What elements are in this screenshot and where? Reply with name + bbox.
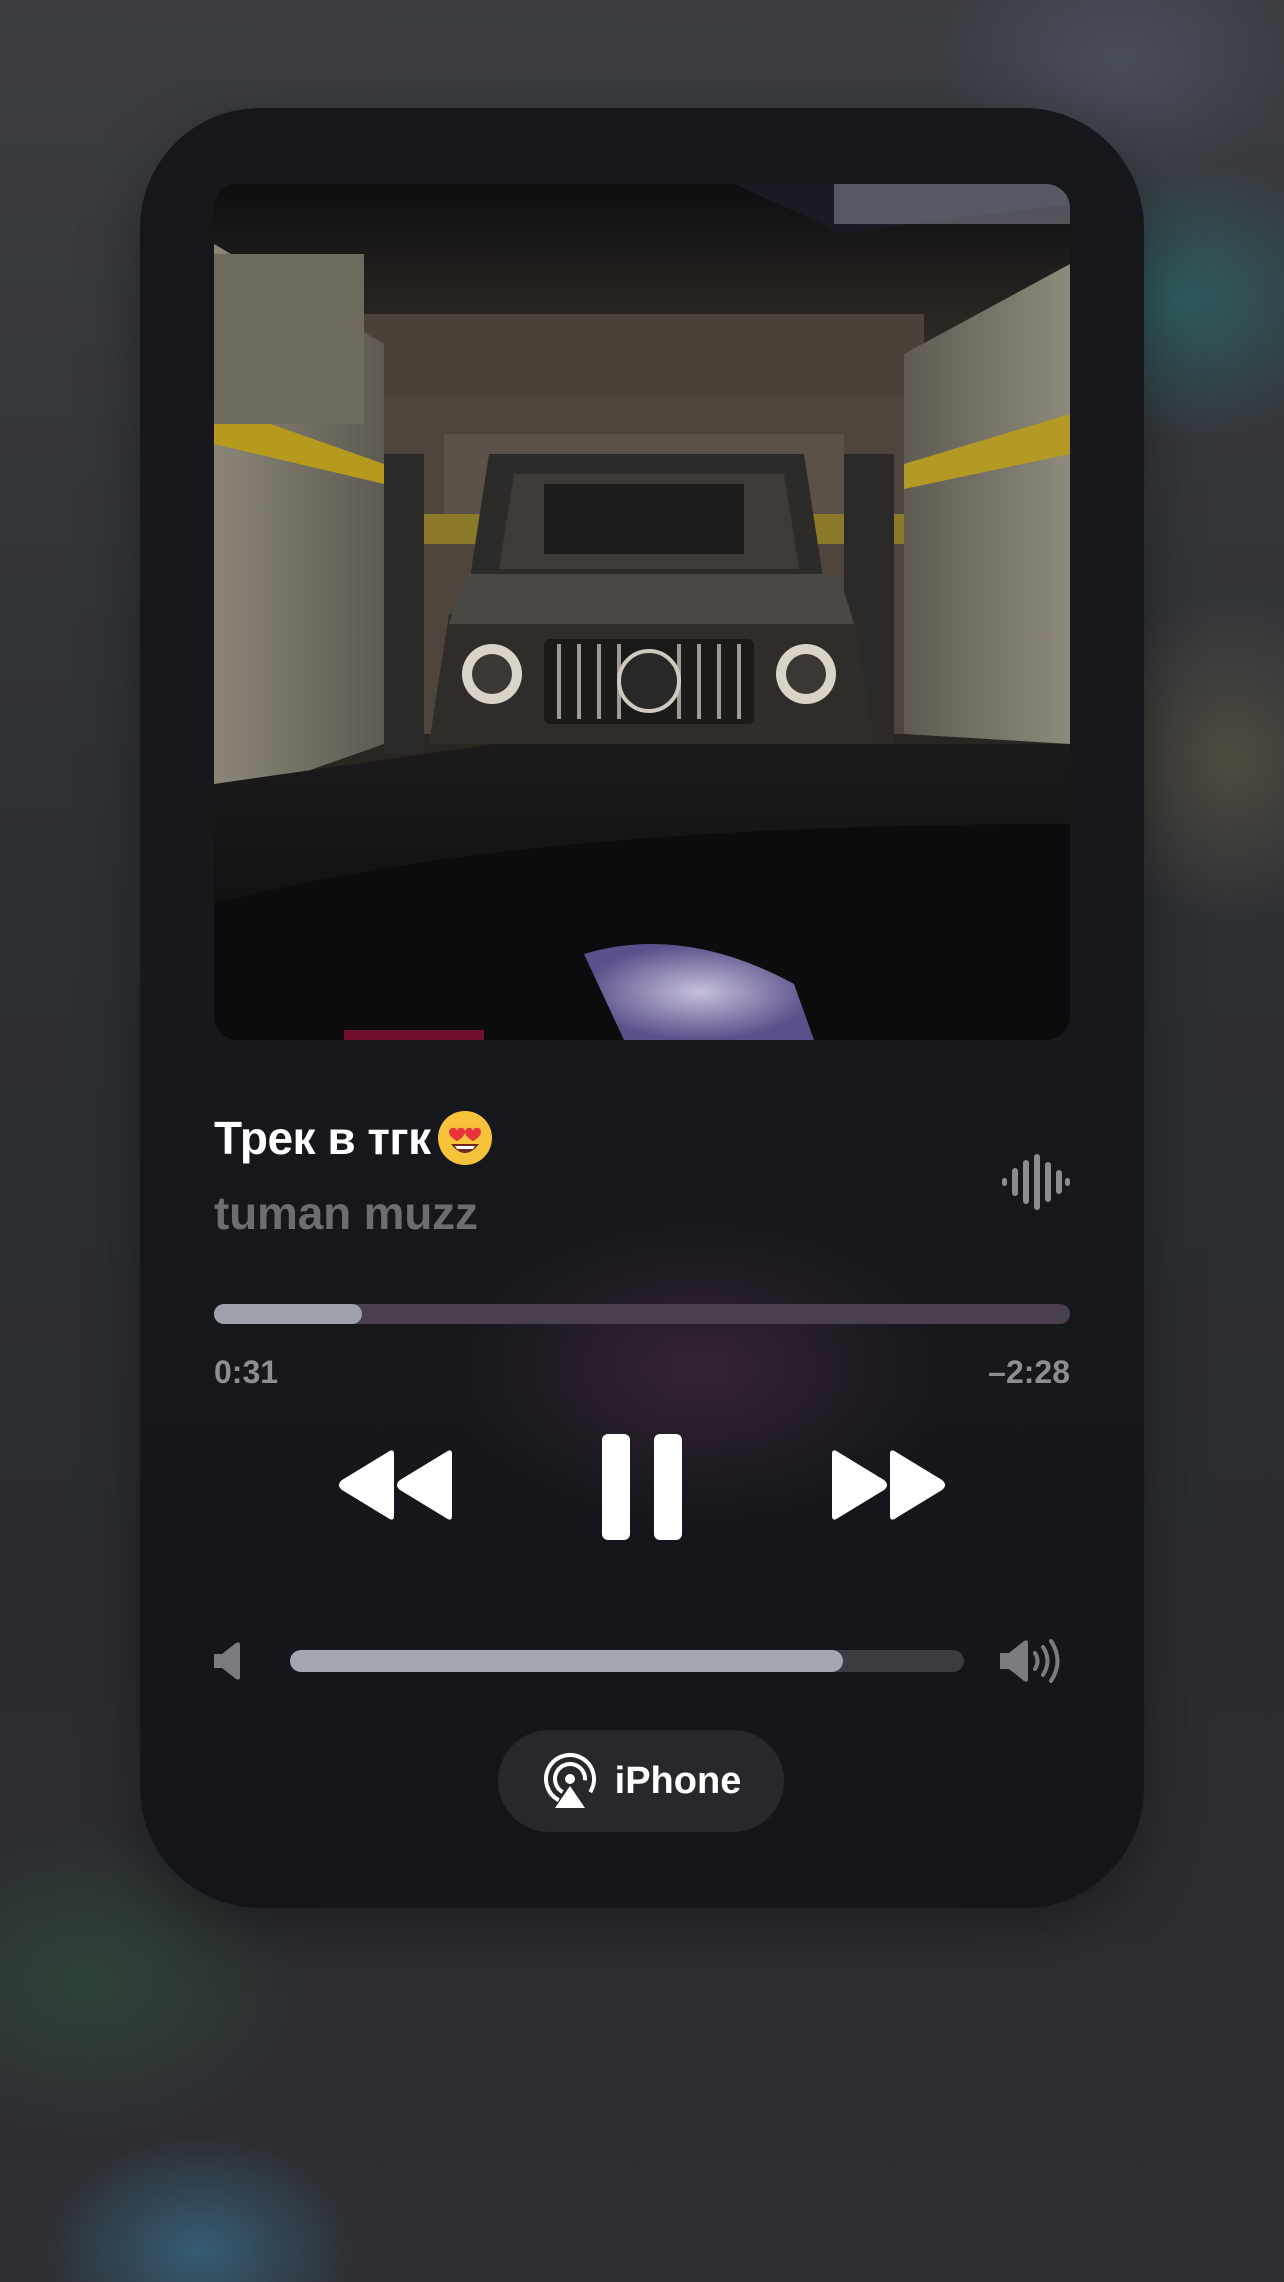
track-title-row: Трек в тгк: [214, 1110, 493, 1166]
airplay-icon: [543, 1753, 596, 1808]
speaker-low-icon: [214, 1642, 242, 1685]
backward-icon: [339, 1450, 452, 1520]
forward-icon: [832, 1450, 945, 1520]
audio-waveform-icon[interactable]: [1002, 1154, 1070, 1215]
track-title: Трек в тгк: [214, 1112, 431, 1164]
pause-button[interactable]: [602, 1434, 682, 1545]
playback-scrubber[interactable]: [214, 1304, 1070, 1324]
track-artist[interactable]: tuman muzz: [214, 1186, 478, 1240]
album-artwork-image: [214, 184, 1070, 1040]
remaining-time: –2:28: [988, 1354, 1070, 1390]
airplay-output-button[interactable]: iPhone: [498, 1730, 784, 1832]
volume-level-fill: [290, 1650, 843, 1672]
playback-progress-fill: [214, 1304, 363, 1324]
volume-slider[interactable]: [290, 1650, 964, 1672]
album-artwork[interactable]: [214, 184, 1070, 1040]
now-playing-card: Трек в тгк tuman muzz 0:31 –2:28 iPhone: [140, 108, 1144, 1908]
next-track-button[interactable]: [832, 1448, 948, 1527]
speaker-high-icon: [1000, 1638, 1064, 1689]
output-device-label: iPhone: [614, 1759, 742, 1802]
heart-eyes-emoji-icon: [437, 1110, 493, 1166]
pause-icon: [602, 1434, 682, 1540]
elapsed-time: 0:31: [214, 1354, 279, 1390]
previous-track-button[interactable]: [336, 1448, 452, 1527]
